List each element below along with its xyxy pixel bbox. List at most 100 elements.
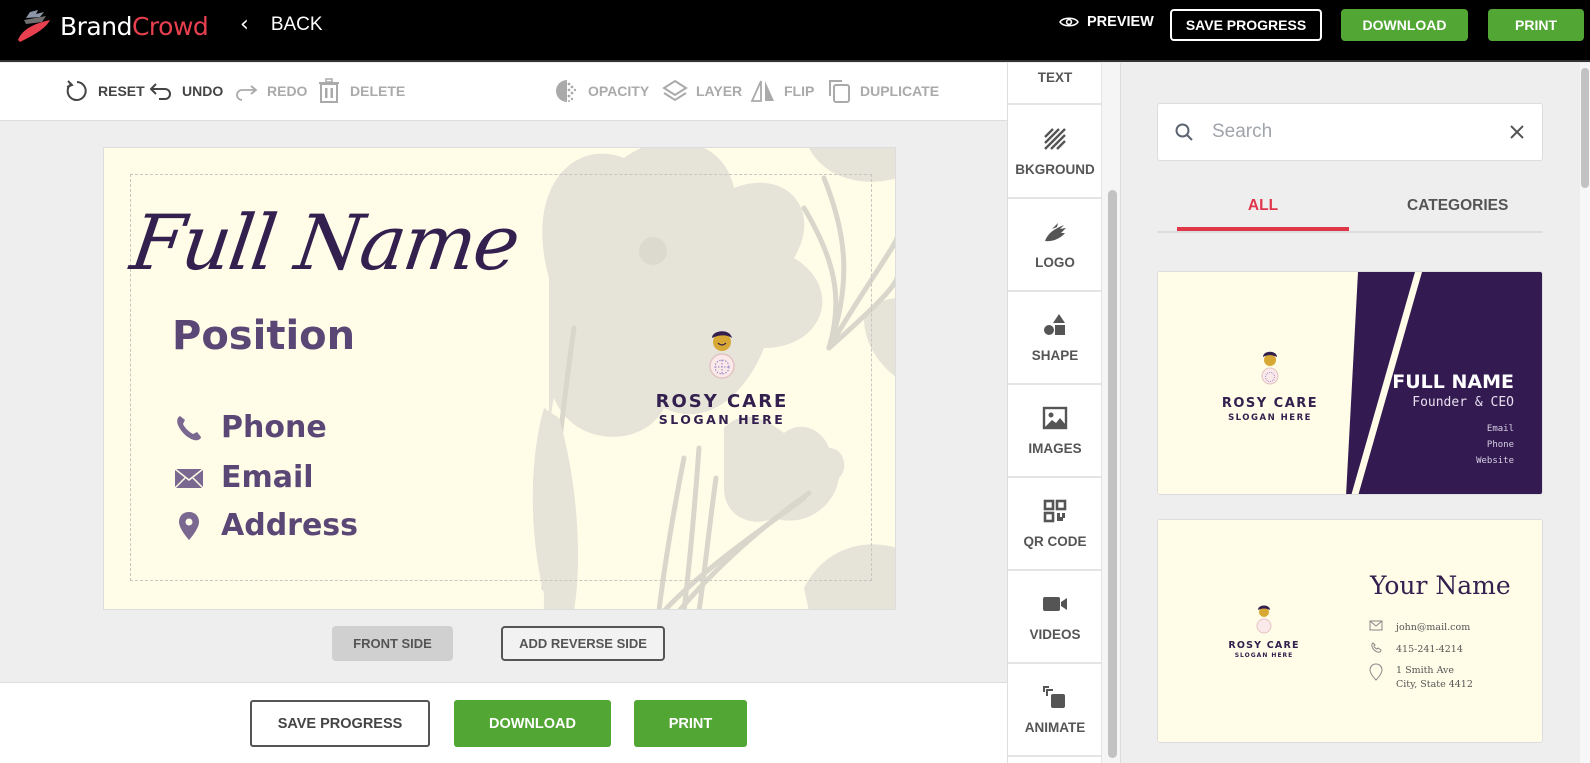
front-side-button[interactable]: FRONT SIDE [332,626,453,661]
template-search [1157,103,1543,161]
top-bar: BrandCrowd ‹ BACK PREVIEW SAVE PROGRESS … [0,0,1590,62]
template-1-slogan: SLOGAN HERE [1228,413,1312,423]
layer-icon [662,79,688,102]
search-icon [1175,123,1193,141]
eye-icon [1059,17,1079,27]
undo-button[interactable]: UNDO [148,78,223,104]
delete-label: DELETE [350,83,406,99]
redo-icon [236,85,258,101]
reset-icon [66,80,87,101]
flip-button[interactable]: FLIP [750,78,814,104]
card-email-row[interactable]: Email [169,460,314,495]
templates-panel: ALL CATEGORIES ROSY CARE SLOGAN HERE FUL… [1122,63,1580,763]
opacity-label: OPACITY [588,83,650,99]
template-2-slogan: SLOGAN HERE [1235,652,1294,659]
template-1-name: FULL NAME [1392,371,1514,393]
template-2-address-2: City, State 4412 [1396,679,1473,690]
qr-code-icon [1043,499,1067,523]
template-2-phone: 415-241-4214 [1396,644,1463,655]
tool-text-label: TEXT [1037,70,1073,85]
tools-panel-scroll-thumb[interactable] [1108,190,1117,758]
tab-categories[interactable]: CATEGORIES [1407,197,1508,215]
tool-background-label: BKGROUND [1015,162,1095,177]
duplicate-label: DUPLICATE [860,83,940,99]
image-icon [1042,406,1068,430]
layer-label: LAYER [696,83,743,99]
add-reverse-side-button[interactable]: ADD REVERSE SIDE [501,626,665,661]
card-email-text: Email [221,460,314,495]
redo-label: REDO [267,83,308,99]
chevron-left-icon: ‹ [240,12,249,37]
template-1-line-1: Email [1487,424,1514,434]
template-1-line-3: Website [1476,456,1514,466]
tool-videos-label: VIDEOS [1029,627,1081,642]
logo-icon [1045,223,1066,242]
template-2-company: ROSY CARE [1228,640,1299,651]
card-phone-text: Phone [221,410,327,445]
layer-button[interactable]: LAYER [662,78,742,104]
active-tab-indicator [1177,227,1349,231]
template-card-2[interactable]: ROSY CARE SLOGAN HERE Your Name john@mai… [1157,519,1543,743]
download-button[interactable]: DOWNLOAD [1341,9,1468,41]
tool-background[interactable]: BKGROUND [1008,106,1101,199]
undo-label: UNDO [182,83,224,99]
tool-videos[interactable]: VIDEOS [1008,571,1101,664]
tab-all[interactable]: ALL [1177,197,1349,215]
animate-icon [1043,686,1065,708]
tool-logo[interactable]: LOGO [1008,199,1101,292]
tools-panel-scrollbar[interactable] [1101,63,1121,763]
template-card-1[interactable]: ROSY CARE SLOGAN HERE FULL NAME Founder … [1157,271,1543,495]
bottom-print-button[interactable]: PRINT [634,700,747,747]
tool-qr-code-label: QR CODE [1023,534,1087,549]
undo-icon [149,83,171,100]
opacity-button[interactable]: OPACITY [554,78,649,104]
template-1-title: Founder & CEO [1412,395,1514,410]
save-progress-button[interactable]: SAVE PROGRESS [1170,9,1322,41]
delete-button[interactable]: DELETE [316,78,405,104]
tool-text[interactable]: TEXT [1008,63,1101,105]
templates-scrollbar[interactable] [1580,63,1590,763]
preview-button[interactable]: PREVIEW [1059,14,1154,30]
tool-animate[interactable]: ANIMATE [1008,664,1101,757]
bottom-download-button[interactable]: DOWNLOAD [454,700,611,747]
template-2-preview: ROSY CARE SLOGAN HERE Your Name john@mai… [1158,520,1542,742]
card-address-row[interactable]: Address [169,508,358,543]
print-button[interactable]: PRINT [1488,9,1584,41]
clear-search-icon[interactable] [1508,123,1526,141]
search-input[interactable] [1212,121,1508,143]
shape-icon [1044,314,1065,335]
redo-button[interactable]: REDO [233,78,307,104]
trash-icon [319,78,339,103]
template-1-company: ROSY CARE [1222,396,1318,411]
flip-label: FLIP [784,83,815,99]
templates-scroll-thumb[interactable] [1581,68,1589,188]
email-icon [174,467,204,489]
duplicate-button[interactable]: DUPLICATE [826,78,939,104]
card-slogan: SLOGAN HERE [658,412,786,427]
back-button[interactable]: ‹ BACK [240,12,323,37]
brand-name: BrandCrowd [60,11,209,41]
tool-qr-code[interactable]: QR CODE [1008,478,1101,571]
edit-toolbar: RESET UNDO REDO DELETE OPACITY LAYER FLI… [0,63,1007,121]
business-card-front[interactable]: Full Name Position Phone Email Address R… [103,147,896,610]
template-2-address-1: 1 Smith Ave [1396,665,1454,676]
tool-shape-label: SHAPE [1031,348,1079,363]
tools-panel: TEXT BKGROUND LOGO SHAPE IMAGES QR CODE … [1007,63,1101,763]
tool-logo-label: LOGO [1035,255,1075,270]
card-phone-row[interactable]: Phone [169,410,327,445]
tool-images[interactable]: IMAGES [1008,385,1101,478]
card-full-name[interactable]: Full Name [126,198,524,287]
card-position[interactable]: Position [172,313,355,359]
template-1-line-2: Phone [1487,440,1514,450]
reset-button[interactable]: RESET [64,78,145,104]
bottom-save-progress-button[interactable]: SAVE PROGRESS [250,700,430,747]
brandcrowd-logo-icon [18,10,50,42]
brandcrowd-logo[interactable]: BrandCrowd [16,8,209,44]
video-icon [1043,597,1067,611]
template-2-email: john@mail.com [1395,622,1470,633]
card-company-name: ROSY CARE [655,391,789,412]
background-icon [1044,128,1066,150]
tool-shape[interactable]: SHAPE [1008,292,1101,385]
card-company-logo[interactable]: ROSY CARE SLOGAN HERE [652,326,792,427]
flip-icon [750,80,774,102]
